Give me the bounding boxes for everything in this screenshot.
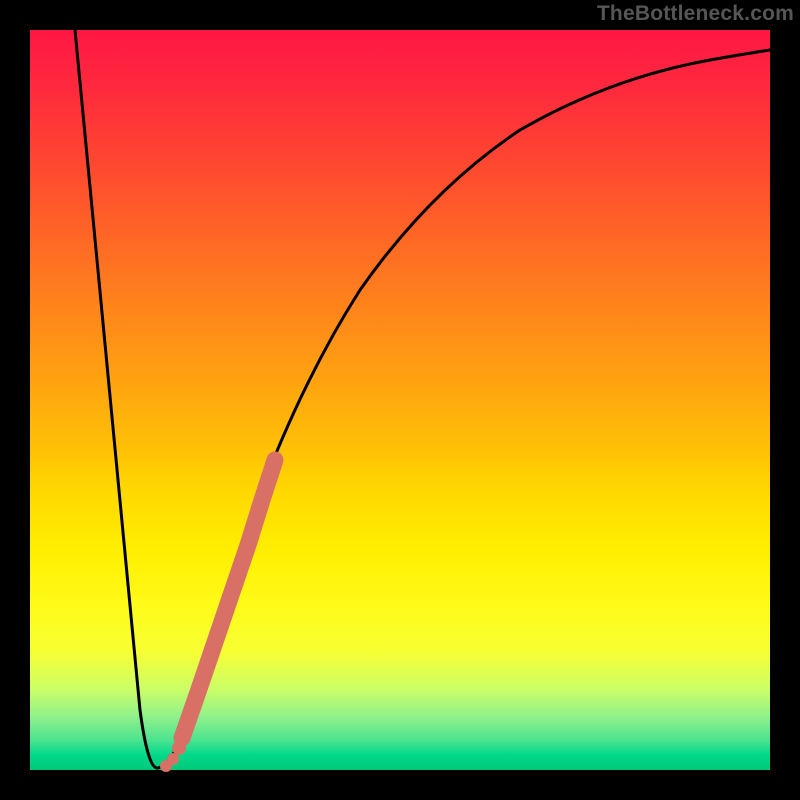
chart-frame: TheBottleneck.com (0, 0, 800, 800)
highlight-dot (160, 760, 172, 772)
watermark-text: TheBottleneck.com (597, 2, 794, 26)
plot-area (30, 30, 770, 770)
bottleneck-curve (75, 30, 770, 768)
highlight-dot (172, 741, 186, 755)
highlight-segment (182, 460, 275, 738)
curve-svg (30, 30, 770, 770)
